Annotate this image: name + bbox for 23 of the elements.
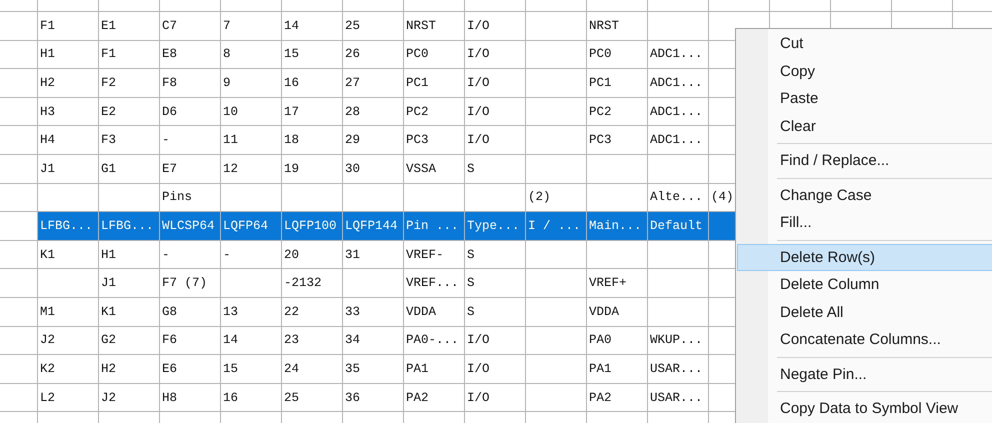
menu-item[interactable]: Paste: [737, 85, 992, 112]
menu-item[interactable]: Concatenate Columns...: [737, 326, 992, 354]
menu-item[interactable]: Cut: [737, 30, 992, 58]
header-cell: Type...: [464, 212, 525, 240]
header-cell: Main...: [586, 212, 647, 240]
header-cell: I / ...: [525, 212, 586, 240]
menu-item[interactable]: Copy: [737, 58, 992, 85]
menu-item[interactable]: Delete Column: [737, 271, 992, 298]
menu-item[interactable]: Find / Replace...: [737, 147, 992, 174]
header-cell: LFBG...: [98, 212, 159, 240]
header-cell: WLCSP64: [159, 212, 220, 240]
header-cell: LQFP144: [342, 212, 403, 240]
menu-item[interactable]: Clear: [737, 112, 992, 140]
menu-item[interactable]: Delete All: [737, 298, 992, 326]
menu-item[interactable]: Negate Pin...: [737, 360, 992, 388]
header-cell: LQFP64: [220, 212, 281, 240]
menu-item[interactable]: Copy Data to Symbol View: [737, 395, 992, 422]
header-cell: LQFP100: [281, 212, 342, 240]
menu-item[interactable]: Fill...: [737, 209, 992, 236]
menu-item[interactable]: Delete Row(s): [737, 244, 992, 271]
header-cell: LFBG...: [37, 212, 98, 240]
header-cell: Pin ...: [403, 212, 464, 240]
header-cell: Default: [647, 212, 708, 240]
